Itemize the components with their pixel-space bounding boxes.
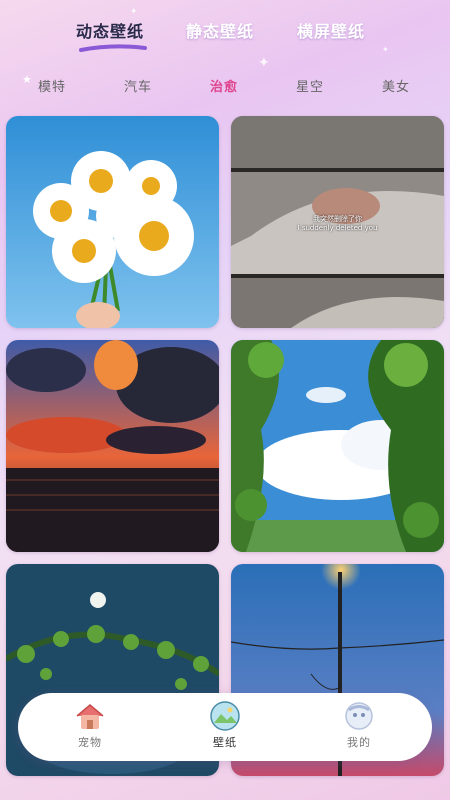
category-healing[interactable]: 治愈 — [210, 76, 238, 95]
category-beauty[interactable]: 美女 — [382, 76, 410, 95]
category-model[interactable]: 模特 — [38, 76, 66, 95]
star-icon: ★ — [22, 73, 32, 86]
nav-label-wallpaper: 壁纸 — [213, 736, 237, 749]
house-icon — [76, 704, 104, 729]
tab-static-wallpaper[interactable]: 静态壁纸 — [186, 18, 254, 42]
active-tab-underline — [79, 44, 147, 52]
wallpaper-card-leaves[interactable] — [231, 340, 444, 552]
daisy-bouquet-image — [6, 116, 219, 328]
subtitle-cn: 我突然删除了你 — [313, 215, 362, 223]
category-starry-sky[interactable]: 星空 — [296, 76, 324, 95]
nav-label-mine: 我的 — [347, 736, 371, 749]
sparkle-icon: ✦ — [258, 55, 270, 71]
wallpaper-card-sunset[interactable] — [6, 340, 219, 552]
leaves-clouds-image — [231, 340, 444, 552]
nav-item-mine[interactable]: 我的 — [324, 701, 394, 755]
nav-label-pets: 宠物 — [78, 736, 102, 749]
profile-icon — [345, 702, 373, 730]
wallpaper-card-hands[interactable]: 我突然删除了你 I suddenly deleted you — [231, 116, 444, 328]
tab-landscape-wallpaper[interactable]: 横屏壁纸 — [297, 18, 365, 42]
tab-dynamic-wallpaper[interactable]: 动态壁纸 — [76, 18, 144, 42]
nav-item-pets[interactable]: 宠物 — [55, 701, 125, 755]
wallpaper-card-daisy[interactable] — [6, 116, 219, 328]
subtitle-en: I suddenly deleted you — [297, 224, 378, 232]
wallpaper-icon — [210, 701, 240, 731]
bottom-nav-bar: 宠物 壁纸 我的 — [18, 693, 432, 761]
category-cars[interactable]: 汽车 — [124, 76, 152, 95]
sparkle-icon: ✦ — [130, 7, 138, 17]
sunset-image — [6, 340, 219, 552]
nav-item-wallpaper[interactable]: 壁纸 — [190, 701, 260, 755]
category-bar: ★ 模特 汽车 治愈 星空 美女 — [0, 72, 450, 98]
top-tab-bar: 动态壁纸 静态壁纸 横屏壁纸 — [0, 18, 450, 54]
